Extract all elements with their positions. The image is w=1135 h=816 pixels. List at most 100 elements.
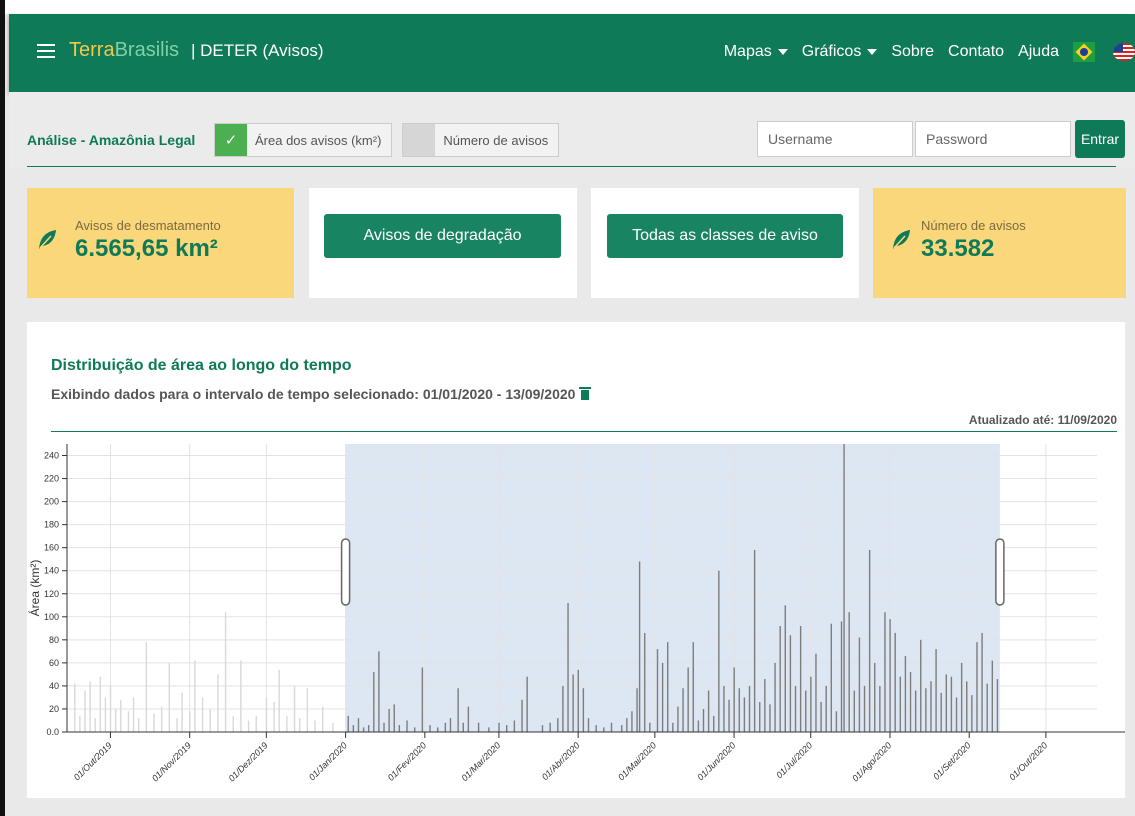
brand-part-2: Brasilis <box>114 39 180 61</box>
chart-bar <box>733 667 735 732</box>
chart-bar <box>769 704 771 732</box>
numero-card[interactable]: Número de avisos 33.582 <box>873 188 1126 298</box>
chart-bar <box>462 722 464 732</box>
chart-bar <box>718 570 720 732</box>
chart-bar <box>137 718 140 732</box>
nav-links: Mapas Gráficos Sobre Contato Ajuda <box>724 40 1135 64</box>
count-toggle[interactable]: Número de avisos <box>402 123 560 157</box>
brush-handle-left[interactable] <box>340 538 351 606</box>
x-tick-label: 01/Dez/2019 <box>227 740 270 783</box>
chart-bar <box>526 676 528 732</box>
chart-bar <box>582 688 585 732</box>
nav-graficos[interactable]: Gráficos <box>802 43 878 61</box>
chart-bar <box>265 697 268 732</box>
y-tick-label: 80 <box>49 635 59 645</box>
chart-bar <box>84 690 86 732</box>
trash-icon[interactable] <box>579 387 592 400</box>
chart-bar <box>194 660 196 732</box>
brazil-flag-icon[interactable] <box>1073 42 1095 62</box>
chart-bar <box>314 720 316 732</box>
chart-bar <box>224 612 227 732</box>
brush-selection[interactable] <box>345 444 1000 732</box>
chart-bar <box>247 720 250 732</box>
chart-bar <box>728 699 730 732</box>
metric-toggle-group: ✓ Área dos avisos (km²) Número de avisos <box>214 123 560 157</box>
chart-bar <box>682 688 684 732</box>
usa-flag-icon[interactable] <box>1113 43 1135 61</box>
chart-bar <box>914 690 917 732</box>
chart-bar <box>506 725 508 732</box>
y-axis-label: Área (km²) <box>27 560 42 617</box>
nav-graficos-label: Gráficos <box>801 43 862 60</box>
chart-bar <box>971 695 973 732</box>
chart-bar <box>748 685 751 732</box>
chart-bar <box>687 667 689 732</box>
chart-bar <box>621 725 623 732</box>
nav-ajuda[interactable]: Ajuda <box>1018 43 1059 61</box>
chart-bar <box>976 642 978 732</box>
degradacao-button[interactable]: Avisos de degradação <box>324 214 561 258</box>
area-toggle-label: Área dos avisos (km²) <box>255 132 382 148</box>
y-tick-label: 240 <box>44 451 59 461</box>
chart-bar <box>820 702 822 732</box>
todas-classes-button[interactable]: Todas as classes de aviso <box>607 214 843 258</box>
chart-bar <box>306 688 309 732</box>
y-tick-label: 220 <box>44 474 59 484</box>
chart-bar <box>894 632 896 732</box>
chart-bar <box>899 676 902 732</box>
chart-bar <box>874 662 876 732</box>
chart-bar <box>986 683 988 732</box>
chart-bar <box>692 642 694 732</box>
browser-top-edge <box>0 0 1135 14</box>
chart-panel: Distribuição de área ao longo do tempo E… <box>27 322 1125 798</box>
area-toggle[interactable]: ✓ Área dos avisos (km²) <box>214 123 393 157</box>
y-tick-label: 180 <box>44 520 59 530</box>
chart-bar <box>413 727 416 732</box>
x-tick-label: 01/Set/2020 <box>931 740 972 781</box>
numero-label: Número de avisos <box>921 218 1026 233</box>
chart-bar <box>889 619 891 732</box>
chart-bar <box>498 722 500 732</box>
password-input[interactable]: Password <box>915 121 1071 157</box>
chart-bar <box>436 727 439 732</box>
chart-bar <box>858 637 861 732</box>
chart-bar <box>388 708 390 732</box>
nav-sobre[interactable]: Sobre <box>891 43 934 61</box>
chart-bar <box>825 685 827 732</box>
chart-bar <box>181 692 183 732</box>
chart-bar <box>697 720 700 732</box>
chart-bar <box>577 669 579 732</box>
chart-bar <box>89 681 91 732</box>
brush-handle-right[interactable] <box>995 538 1005 606</box>
chart-bar <box>738 688 740 732</box>
chart-bar <box>764 679 766 732</box>
chart-bar <box>286 715 288 732</box>
brand-logo[interactable]: TerraBrasilis <box>69 39 179 62</box>
chart-bar <box>636 688 638 732</box>
x-tick-label: 01/Jan/2020 <box>307 740 349 782</box>
chart-bar <box>362 727 365 732</box>
username-input[interactable]: Username <box>757 121 913 157</box>
chart-bar <box>217 674 219 732</box>
nav-contato[interactable]: Contato <box>948 43 1004 61</box>
chart-bar <box>603 727 605 732</box>
desmatamento-card[interactable]: Avisos de desmatamento 6.565,65 km² <box>27 188 294 298</box>
chart-bar <box>843 444 845 732</box>
hamburger-icon[interactable] <box>37 44 55 62</box>
chart-bar <box>378 651 380 732</box>
chart-bar <box>189 711 191 732</box>
nav-mapas[interactable]: Mapas <box>724 43 788 61</box>
chevron-down-icon <box>867 48 878 55</box>
login-button[interactable]: Entrar <box>1075 120 1125 158</box>
brand-part-1: Terra <box>69 39 115 61</box>
chart-bar <box>104 697 107 732</box>
y-tick-label: 60 <box>49 658 59 668</box>
chart-bar <box>278 669 280 732</box>
chart-bar <box>677 706 679 732</box>
chart-bar <box>79 715 81 732</box>
chart-subtitle-text: Exibindo dados para o intervalo de tempo… <box>51 386 576 402</box>
chart-bar <box>631 711 633 732</box>
x-tick-label: 01/Jun/2020 <box>695 740 737 782</box>
analysis-label: Análise - Amazônia Legal <box>27 132 196 148</box>
bar-chart[interactable]: 0.0 20 40 60 80 100 120 140 160 180 200 220 240 01/Ou… <box>27 432 1125 798</box>
